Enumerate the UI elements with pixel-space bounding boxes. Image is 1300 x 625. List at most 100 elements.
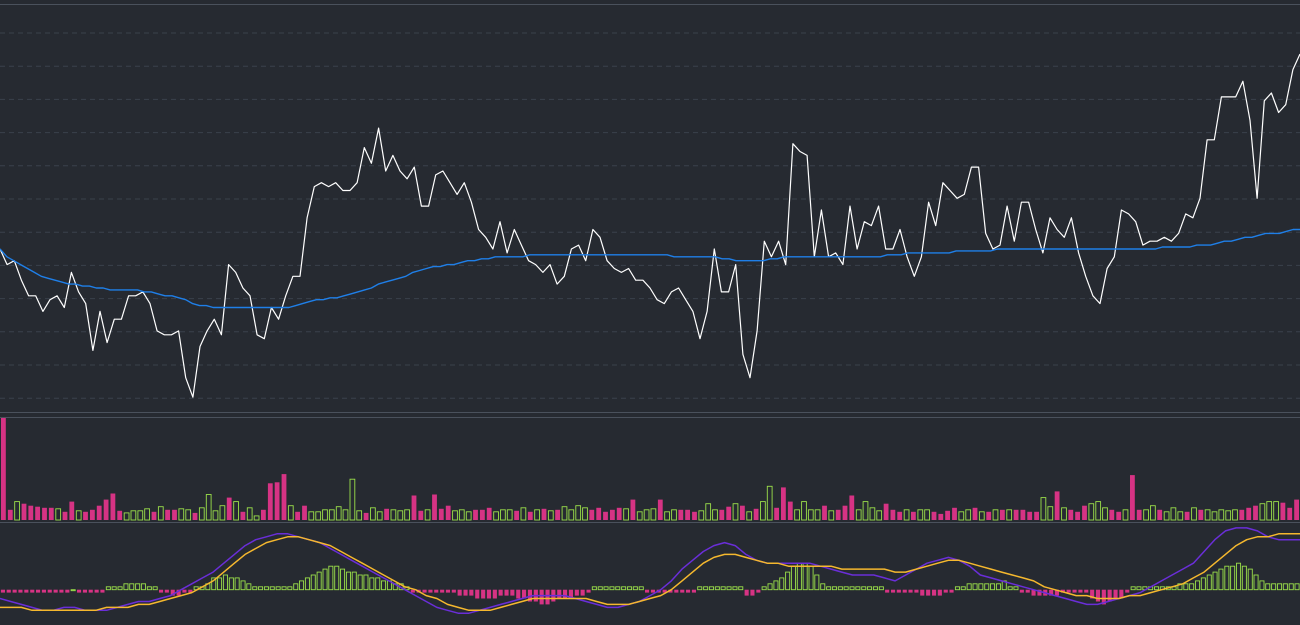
volume-bar: [596, 507, 602, 520]
macd-histogram-bar-negative: [920, 589, 925, 596]
macd-histogram-bar-negative: [498, 589, 503, 596]
macd-histogram-bar-negative: [1107, 589, 1112, 602]
volume-bar: [1116, 511, 1122, 520]
volume-bar: [527, 511, 533, 520]
macd-histogram-bar-negative: [580, 589, 585, 596]
macd-histogram-bar-negative: [1125, 589, 1130, 593]
macd-histogram-bar-negative: [1019, 589, 1024, 593]
volume-bar: [411, 495, 417, 520]
volume-bar: [1253, 505, 1258, 520]
volume-bar: [822, 505, 827, 520]
macd-histogram-bar-negative: [949, 589, 954, 593]
volume-bar: [986, 511, 992, 520]
volume-bar: [103, 499, 109, 520]
volume-bar: [685, 509, 690, 520]
stock-chart: [0, 0, 1300, 625]
volume-bar: [1075, 511, 1080, 520]
volume-bar: [842, 505, 848, 520]
volume-bar: [1136, 509, 1142, 520]
volume-bar: [240, 511, 246, 520]
macd-histogram-bar-negative: [1072, 589, 1077, 593]
volume-bar: [1068, 509, 1074, 520]
macd-histogram-bar-negative: [908, 589, 913, 593]
volume-bar: [726, 506, 732, 520]
volume-bar: [172, 509, 177, 520]
macd-histogram-bar-negative: [926, 589, 931, 596]
volume-bar: [192, 512, 198, 520]
volume-bar: [42, 507, 47, 520]
volume-bar: [541, 508, 547, 520]
volume-bar: [589, 509, 595, 520]
volume-bar: [117, 510, 123, 520]
macd-histogram-bar-negative: [932, 589, 937, 596]
macd-histogram-bar-negative: [516, 589, 521, 599]
volume-bar: [480, 509, 485, 520]
macd-histogram-bar-negative: [36, 589, 41, 593]
volume-bar: [1, 418, 6, 520]
volume-bar: [972, 507, 978, 520]
macd-histogram-bar-negative: [457, 589, 462, 596]
volume-bar: [418, 510, 424, 520]
macd-histogram-bar-negative: [645, 589, 650, 593]
volume-bar: [514, 510, 519, 520]
macd-histogram-bar-negative: [744, 589, 749, 596]
macd-histogram-bar-negative: [1084, 589, 1089, 593]
volume-bar: [445, 505, 451, 520]
macd-histogram-bar-negative: [902, 589, 907, 593]
volume-bar: [849, 495, 855, 520]
macd-histogram-bar-negative: [24, 589, 29, 593]
macd-histogram-bar-negative: [440, 589, 445, 593]
volume-bar: [610, 509, 615, 520]
volume-bar: [616, 507, 622, 520]
volume-bar: [740, 505, 745, 520]
volume-bar: [945, 510, 950, 520]
volume-bar: [1287, 507, 1293, 520]
macd-histogram-bar-negative: [937, 589, 942, 596]
macd-histogram-bar-negative: [434, 589, 439, 593]
macd-histogram-bar-negative: [756, 589, 761, 593]
volume-bar: [384, 508, 389, 520]
macd-histogram-bar-negative: [896, 589, 901, 593]
volume-bar: [1109, 509, 1115, 520]
macd-histogram-bar-negative: [82, 589, 87, 593]
volume-bar: [630, 499, 636, 520]
volume-bar: [96, 505, 102, 520]
macd-histogram-bar-negative: [563, 589, 568, 599]
macd-histogram-bar-negative: [41, 589, 46, 593]
volume-bar: [363, 512, 369, 520]
volume-bar: [952, 507, 957, 520]
volume-bar: [35, 506, 40, 520]
volume-bar: [1034, 511, 1039, 520]
volume-bar: [62, 511, 68, 520]
volume-bar: [151, 511, 157, 520]
volume-bar: [719, 509, 725, 520]
macd-histogram-bar-negative: [59, 589, 64, 593]
macd-histogram-bar-negative: [885, 589, 890, 593]
volume-bar: [110, 493, 116, 520]
volume-bar: [1020, 509, 1026, 520]
volume-bar: [603, 511, 608, 520]
macd-histogram-bar-negative: [159, 589, 164, 593]
volume-bar: [261, 509, 266, 520]
volume-bar: [1280, 502, 1286, 520]
macd-histogram-bar-negative: [574, 589, 579, 596]
macd-histogram-bar-negative: [674, 589, 679, 593]
macd-histogram-bar-negative: [686, 589, 691, 593]
volume-bar: [753, 508, 759, 520]
macd-histogram-bar-negative: [545, 589, 550, 605]
macd-histogram-bar-negative: [182, 589, 187, 593]
macd-histogram-bar-negative: [100, 589, 105, 593]
volume-bar: [486, 507, 492, 520]
macd-histogram-bar-negative: [914, 589, 919, 593]
volume-bar: [28, 505, 34, 520]
volume-bar: [165, 509, 170, 520]
volume-bar: [835, 509, 841, 520]
volume-bar: [21, 503, 27, 520]
volume-bar: [883, 503, 889, 520]
volume-bar: [1130, 475, 1135, 520]
macd-histogram-bar-negative: [6, 589, 11, 593]
volume-bar: [473, 509, 478, 520]
volume-bar: [1294, 499, 1299, 520]
macd-histogram-bar-negative: [691, 589, 696, 593]
macd-histogram-bar-negative: [47, 589, 52, 593]
